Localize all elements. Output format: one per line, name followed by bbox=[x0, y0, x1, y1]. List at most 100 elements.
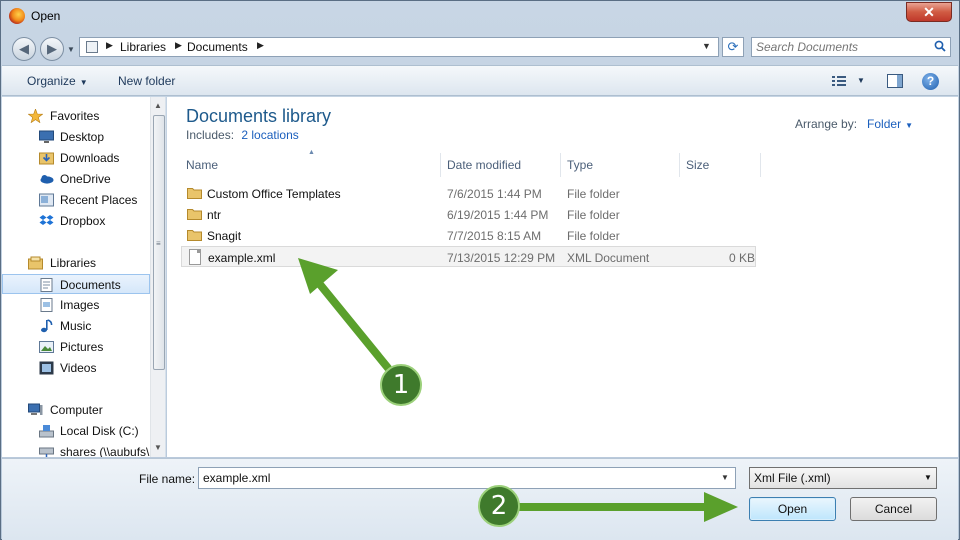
file-row[interactable]: Snagit 7/7/2015 8:15 AM File folder bbox=[181, 225, 756, 246]
change-view-icon[interactable] bbox=[832, 75, 846, 87]
file-name: example.xml bbox=[208, 251, 276, 265]
file-type: File folder bbox=[567, 208, 620, 222]
nav-videos[interactable]: Videos bbox=[2, 358, 150, 378]
libraries-icon bbox=[28, 256, 43, 270]
column-header-label: Size bbox=[686, 158, 710, 172]
firefox-icon bbox=[9, 8, 25, 24]
organize-label: Organize bbox=[27, 74, 76, 88]
nav-item-label: Music bbox=[60, 319, 92, 333]
nav-item-label: Local Disk (C:) bbox=[60, 424, 139, 438]
nav-item-label: Videos bbox=[60, 361, 97, 375]
file-date: 7/13/2015 12:29 PM bbox=[447, 251, 556, 265]
breadcrumb-libraries[interactable]: Libraries bbox=[120, 40, 166, 54]
file-row[interactable]: Custom Office Templates 7/6/2015 1:44 PM… bbox=[181, 183, 756, 204]
nav-local-disk[interactable]: Local Disk (C:) bbox=[2, 421, 150, 441]
nav-item-label: Downloads bbox=[60, 151, 120, 165]
file-row-selected[interactable]: example.xml 7/13/2015 12:29 PM XML Docum… bbox=[181, 246, 756, 267]
address-bar[interactable]: ▶ Libraries ▶ Documents ▶ ▼ bbox=[79, 37, 719, 57]
breadcrumb-arrow-icon[interactable]: ▶ bbox=[175, 40, 182, 51]
chevron-down-icon[interactable]: ▼ bbox=[721, 473, 729, 482]
breadcrumb-arrow-icon[interactable]: ▶ bbox=[257, 40, 264, 51]
desktop-icon bbox=[39, 130, 54, 143]
nav-images[interactable]: Images bbox=[2, 295, 150, 315]
nav-item-label: Images bbox=[60, 298, 100, 312]
file-name-input[interactable] bbox=[203, 470, 713, 486]
view-options-dropdown-icon[interactable]: ▼ bbox=[857, 76, 865, 85]
open-button[interactable]: Open bbox=[749, 497, 836, 521]
preview-pane-icon[interactable] bbox=[887, 74, 903, 88]
column-divider[interactable] bbox=[760, 153, 761, 177]
command-bar: Organize ▼ New folder ▼ ? bbox=[2, 65, 958, 96]
nav-downloads[interactable]: Downloads bbox=[2, 148, 150, 168]
file-type-value: Xml File (.xml) bbox=[754, 471, 831, 485]
file-name: ntr bbox=[207, 208, 222, 222]
recent-pages-dropdown-icon[interactable]: ▼ bbox=[67, 45, 75, 54]
nav-dropbox[interactable]: Dropbox bbox=[2, 211, 150, 231]
nav-network-share[interactable]: shares (\\aubufs\ bbox=[2, 442, 150, 457]
scroll-up-icon[interactable]: ▲ bbox=[154, 101, 162, 110]
scroll-down-icon[interactable]: ▼ bbox=[154, 443, 162, 452]
breadcrumb-documents[interactable]: Documents bbox=[187, 40, 248, 54]
new-folder-button[interactable]: New folder bbox=[118, 74, 175, 88]
file-row[interactable]: ntr 6/19/2015 1:44 PM File folder bbox=[181, 204, 756, 225]
nav-libraries[interactable]: Libraries bbox=[2, 253, 150, 273]
search-box[interactable] bbox=[751, 37, 951, 57]
documents-icon bbox=[40, 278, 53, 292]
chevron-down-icon[interactable]: ▼ bbox=[924, 473, 932, 482]
address-dropdown-icon[interactable]: ▼ bbox=[702, 41, 711, 51]
column-header-date[interactable]: Date modified bbox=[441, 153, 561, 177]
navigation-scrollbar[interactable]: ▲ ≡ ▼ bbox=[150, 97, 165, 457]
nav-favorites[interactable]: Favorites bbox=[2, 106, 150, 126]
music-note-icon bbox=[41, 319, 53, 333]
title-bar: Open ✕ bbox=[1, 1, 959, 31]
recent-places-icon bbox=[39, 193, 54, 207]
file-type-select[interactable]: Xml File (.xml) ▼ bbox=[749, 467, 937, 489]
file-type: XML Document bbox=[567, 251, 650, 265]
nav-item-label: Documents bbox=[60, 278, 121, 292]
file-list-pane: Documents library Includes: 2 locations … bbox=[167, 97, 958, 457]
step-badge-1: 1 bbox=[380, 364, 422, 406]
file-name-combobox[interactable]: ▼ bbox=[198, 467, 736, 489]
breadcrumb-arrow-icon[interactable]: ▶ bbox=[106, 40, 113, 51]
nav-item-label: OneDrive bbox=[60, 172, 111, 186]
open-dialog: Open ✕ ◀ ▶ ▼ ▶ Libraries ▶ Documents ▶ ▼… bbox=[0, 0, 960, 540]
column-header-type[interactable]: Type bbox=[561, 153, 679, 177]
step-badge-2: 2 bbox=[478, 485, 520, 527]
back-button[interactable]: ◀ bbox=[12, 37, 36, 61]
forward-button[interactable]: ▶ bbox=[40, 37, 64, 61]
document-icon bbox=[189, 249, 201, 265]
folder-icon bbox=[187, 230, 202, 241]
cancel-button[interactable]: Cancel bbox=[850, 497, 937, 521]
onedrive-icon bbox=[40, 175, 54, 184]
column-header-label: Name bbox=[186, 158, 219, 172]
chevron-down-icon[interactable]: ▼ bbox=[905, 121, 913, 130]
file-type: File folder bbox=[567, 229, 620, 243]
nav-item-label: Desktop bbox=[60, 130, 105, 144]
nav-documents[interactable]: Documents bbox=[2, 274, 150, 294]
nav-recent-places[interactable]: Recent Places bbox=[2, 190, 150, 210]
arrange-by-value[interactable]: Folder bbox=[867, 117, 901, 131]
search-icon[interactable] bbox=[934, 40, 946, 52]
nav-desktop[interactable]: Desktop bbox=[2, 127, 150, 147]
nav-onedrive[interactable]: OneDrive bbox=[2, 169, 150, 189]
arrange-by: Arrange by: Folder ▼ bbox=[795, 117, 913, 131]
refresh-button[interactable]: ⟳ bbox=[722, 37, 744, 57]
close-button[interactable]: ✕ bbox=[906, 2, 952, 22]
column-header-label: Date modified bbox=[447, 158, 522, 172]
hard-drive-icon bbox=[39, 425, 54, 438]
library-includes: Includes: 2 locations bbox=[186, 128, 299, 142]
file-date: 6/19/2015 1:44 PM bbox=[447, 208, 549, 222]
column-header-name[interactable]: Name bbox=[181, 153, 441, 177]
nav-item-label: Pictures bbox=[60, 340, 104, 354]
nav-music[interactable]: Music bbox=[2, 316, 150, 336]
nav-pictures[interactable]: Pictures bbox=[2, 337, 150, 357]
nav-computer[interactable]: Computer bbox=[2, 400, 150, 420]
organize-button[interactable]: Organize ▼ bbox=[27, 74, 88, 88]
nav-favorites-label: Favorites bbox=[50, 109, 100, 123]
search-input[interactable] bbox=[756, 39, 926, 55]
file-name: Custom Office Templates bbox=[207, 187, 341, 201]
locations-link[interactable]: 2 locations bbox=[241, 128, 298, 142]
column-header-size[interactable]: Size bbox=[680, 153, 760, 177]
library-icon bbox=[86, 41, 98, 53]
help-icon[interactable]: ? bbox=[922, 73, 939, 90]
